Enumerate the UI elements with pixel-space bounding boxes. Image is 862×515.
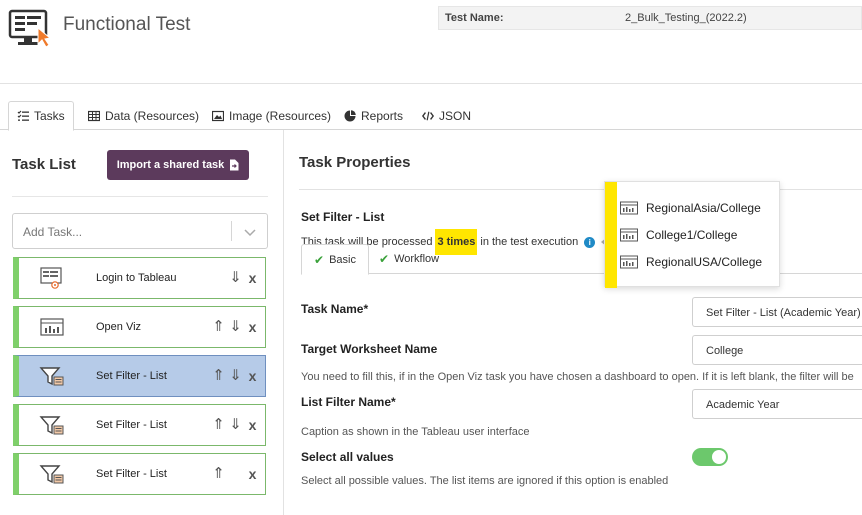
task-list-panel: Task List Import a shared task Add Task.… — [0, 130, 284, 515]
worksheet-icon — [620, 228, 638, 242]
task-item-set-filter-list[interactable]: Set Filter - List ⇑ ⇓ x — [13, 404, 266, 446]
popup-item[interactable]: RegionalAsia/College — [620, 198, 761, 218]
main-tabbar: Tasks Data (Resources) Image (Resources)… — [0, 101, 862, 131]
image-icon — [212, 110, 224, 121]
add-task-select[interactable]: Add Task... — [12, 213, 268, 249]
code-icon — [422, 111, 434, 120]
worksheet-icon — [620, 255, 638, 269]
tab-json[interactable]: JSON — [414, 101, 479, 130]
task-item-open-viz[interactable]: Open Viz ⇑ ⇓ x — [13, 306, 266, 348]
subtab-label: Workflow — [394, 253, 440, 265]
viz-window-icon — [40, 318, 64, 336]
task-label: Login to Tableau — [96, 272, 177, 284]
list-filter-name-value: Academic Year — [706, 399, 780, 411]
popup-item-label: College1/College — [646, 228, 738, 242]
task-label: Set Filter - List — [96, 370, 167, 382]
move-down-icon[interactable]: ⇓ — [229, 270, 242, 286]
select-divider — [231, 221, 232, 241]
worksheet-popup: RegionalAsia/College College1/College Re… — [604, 181, 780, 288]
popup-item[interactable]: College1/College — [620, 225, 737, 245]
task-actions: ⇑ x — [212, 466, 259, 483]
task-item-set-filter-list[interactable]: Set Filter - List ⇑ ⇓ x — [13, 355, 266, 397]
tab-label: Reports — [361, 108, 404, 123]
delete-icon[interactable]: x — [246, 466, 259, 482]
app-header: Functional Test Test Name: 2_Bulk_Testin… — [0, 0, 862, 84]
test-name-value: 2_Bulk_Testing_(2022.2) — [625, 12, 747, 24]
task-label: Set Filter - List — [96, 468, 167, 480]
test-name-label: Test Name: — [445, 12, 504, 24]
file-import-icon — [230, 159, 239, 171]
move-up-icon[interactable]: ⇑ — [212, 417, 225, 433]
list-filter-name-label: List Filter Name* — [301, 395, 396, 409]
filter-list-icon — [39, 367, 64, 386]
move-down-icon[interactable]: ⇓ — [229, 417, 242, 433]
list-filter-name-input[interactable]: Academic Year — [692, 389, 862, 419]
filter-name-help-text: Caption as shown in the Tableau user int… — [301, 426, 530, 438]
check-icon: ✔ — [314, 252, 325, 267]
import-button-label: Import a shared task — [116, 159, 225, 171]
task-label: Open Viz — [96, 321, 142, 333]
toggle-knob — [712, 450, 726, 464]
move-down-icon[interactable]: ⇓ — [229, 319, 242, 335]
check-icon: ✔ — [379, 252, 390, 266]
tab-label: JSON — [439, 108, 472, 123]
worksheet-help-text: You need to fill this, if in the Open Vi… — [301, 371, 854, 383]
chevron-down-icon[interactable] — [242, 224, 258, 240]
move-down-icon[interactable]: ⇓ — [229, 368, 242, 384]
popup-item-label: RegionalAsia/College — [646, 201, 761, 215]
task-actions: ⇑ ⇓ x — [212, 368, 259, 385]
task-item-login-to-tableau[interactable]: Login to Tableau ⇓ x — [13, 257, 266, 299]
tab-data-resources[interactable]: Data (Resources) — [80, 101, 207, 130]
table-icon — [88, 110, 100, 121]
task-type-heading: Set Filter - List — [301, 210, 385, 224]
task-properties-title: Task Properties — [299, 154, 411, 171]
delete-icon[interactable]: x — [246, 368, 259, 384]
popup-item-label: RegionalUSA/College — [646, 255, 763, 269]
move-up-icon[interactable]: ⇑ — [212, 466, 225, 482]
worksheet-icon — [620, 201, 638, 215]
select-all-label: Select all values — [301, 450, 394, 464]
worksheet-name-label: Target Worksheet Name — [301, 342, 438, 356]
popup-item[interactable]: RegionalUSA/College — [620, 252, 762, 272]
pie-chart-icon — [344, 109, 356, 121]
divider — [12, 196, 268, 197]
tab-label: Data (Resources) — [105, 108, 200, 123]
move-up-icon[interactable]: ⇑ — [212, 319, 225, 335]
login-screen-icon — [40, 267, 62, 289]
filter-list-icon — [39, 416, 64, 435]
task-name-label: Task Name* — [301, 302, 369, 316]
task-actions: ⇑ ⇓ x — [212, 319, 259, 336]
subtab-label: Basic — [329, 253, 356, 266]
task-actions: ⇑ ⇓ x — [212, 417, 259, 434]
popup-highlight-bar — [605, 182, 617, 288]
task-name-value: Set Filter - List (Academic Year) — [706, 307, 861, 319]
task-actions: ⇓ x — [229, 270, 259, 287]
worksheet-name-input[interactable]: College — [692, 335, 862, 365]
move-up-icon[interactable]: ⇑ — [212, 368, 225, 384]
task-label: Set Filter - List — [96, 419, 167, 431]
add-task-placeholder: Add Task... — [23, 225, 83, 239]
tab-label: Image (Resources) — [229, 108, 332, 123]
list-check-icon — [17, 110, 29, 121]
tab-reports[interactable]: Reports — [336, 101, 411, 130]
delete-icon[interactable]: x — [246, 417, 259, 433]
filter-list-icon — [39, 465, 64, 484]
task-name-input[interactable]: Set Filter - List (Academic Year) — [692, 297, 862, 327]
task-list-title: Task List — [12, 156, 76, 173]
select-all-help-text: Select all possible values. The list ite… — [301, 475, 669, 487]
subtab-workflow[interactable]: ✔ Workflow — [367, 244, 451, 274]
delete-icon[interactable]: x — [246, 270, 259, 286]
task-item-set-filter-list[interactable]: Set Filter - List ⇑ x — [13, 453, 266, 495]
delete-icon[interactable]: x — [246, 319, 259, 335]
import-shared-task-button[interactable]: Import a shared task — [107, 150, 249, 180]
subtab-basic[interactable]: ✔ Basic — [301, 244, 369, 275]
select-all-toggle[interactable] — [692, 448, 728, 466]
tab-tasks[interactable]: Tasks — [8, 101, 74, 131]
tab-image-resources[interactable]: Image (Resources) — [204, 101, 339, 130]
test-name-box: Test Name: 2_Bulk_Testing_(2022.2) — [438, 6, 862, 30]
monitor-pointer-icon — [8, 9, 52, 48]
app-title: Functional Test — [63, 14, 191, 35]
tab-label: Tasks — [34, 109, 65, 123]
worksheet-name-value: College — [706, 345, 744, 357]
